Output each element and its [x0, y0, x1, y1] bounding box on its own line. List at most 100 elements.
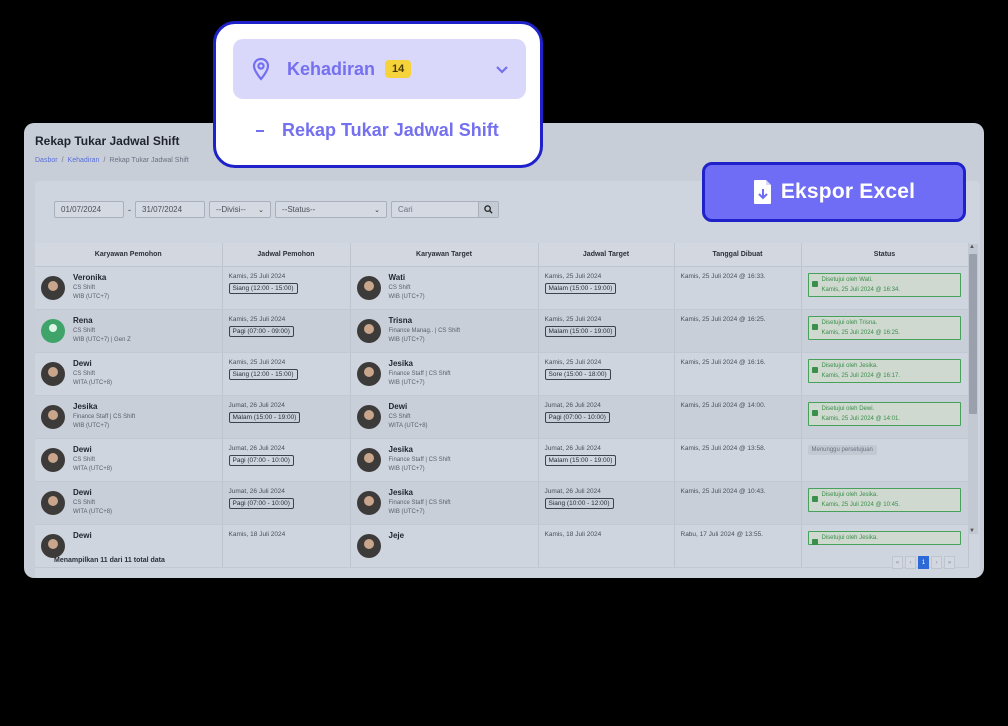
first-page-button[interactable]: « — [892, 556, 903, 569]
employee-position: Finance Manag.. | CS Shift — [388, 327, 461, 334]
col-status[interactable]: Status — [801, 243, 969, 267]
status-text: Disetujui oleh Wati. — [821, 276, 873, 283]
target-schedule-cell: Kamis, 25 Juli 2024 Malam (15:00 - 19:00… — [538, 266, 675, 310]
divisi-value: --Divisi-- — [216, 205, 246, 214]
employee-timezone: WIB (UTC+7) | Gen Z — [73, 336, 131, 343]
employee-position: CS Shift — [73, 327, 96, 334]
employee-cell: Dewi CS Shift WITA (UTC+8) — [41, 488, 216, 517]
search-button[interactable] — [478, 202, 498, 217]
breadcrumb-kehadiran[interactable]: Kehadiran — [68, 157, 100, 164]
page-1-button[interactable]: 1 — [918, 556, 929, 569]
requester-schedule-cell: Kamis, 25 Juli 2024 Pagi (07:00 - 09:00) — [222, 309, 351, 353]
last-page-button[interactable]: » — [944, 556, 955, 569]
shift-chip: Malam (15:00 - 19:00) — [544, 282, 617, 294]
shift-chip: Siang (10:00 - 12:00) — [544, 497, 614, 509]
status-approved: Disetujui oleh Jesika. Kamis, 25 Juli 202… — [807, 487, 961, 512]
employee-cell: Jesika Finance Staff | CS Shift WIB (UTC… — [356, 488, 532, 517]
employee-name[interactable]: Trisna — [389, 316, 461, 325]
col-karyawan-target[interactable]: Karyawan Target — [350, 243, 539, 267]
avatar — [41, 275, 65, 300]
prev-page-button[interactable]: ‹ — [905, 556, 916, 569]
employee-cell: Dewi — [41, 531, 216, 558]
schedule-date: Jumat, 26 Juli 2024 — [228, 487, 285, 495]
requester-cell: Dewi CS Shift WITA (UTC+8) — [35, 438, 223, 482]
scroll-down-icon[interactable]: ▼ — [969, 528, 975, 534]
status-cell: Disetujui oleh Jesika. Kamis, 25 Juli 202… — [801, 352, 969, 396]
schedule-date: Jumat, 26 Juli 2024 — [544, 487, 601, 495]
stage: Rekap Tukar Jadwal Shift Dasbor / Kehadir… — [0, 0, 1008, 726]
chevron-down-icon — [496, 66, 508, 74]
avatar — [356, 361, 381, 386]
col-jadwal-target[interactable]: Jadwal Target — [538, 243, 675, 267]
status-time: Kamis, 25 Juli 2024 @ 16:34. — [821, 286, 900, 293]
sidebar-item-label: Kehadiran — [287, 58, 376, 79]
employee-name[interactable]: Jesika — [389, 488, 451, 497]
requester-cell: Rena CS Shift WIB (UTC+7) | Gen Z — [35, 309, 223, 353]
table-row: Dewi Kamis, 18 Juli 2024 Jeje Kamis, 18 … — [35, 524, 969, 568]
status-select[interactable]: --Status-- ⌄ — [275, 201, 387, 218]
created-cell: Kamis, 25 Juli 2024 @ 16:33. — [674, 266, 802, 310]
employee-cell: Trisna Finance Manag.. | CS Shift WIB (U… — [356, 316, 532, 345]
employee-timezone: WIB (UTC+7) — [73, 293, 110, 300]
status-time: Kamis, 25 Juli 2024 @ 10:45. — [821, 501, 900, 508]
date-from-input[interactable]: 01/07/2024 — [54, 201, 124, 218]
table-scrollbar[interactable]: ▲ ▼ — [968, 244, 978, 534]
table-body: Veronika CS Shift WIB (UTC+7) Kamis, 25 … — [35, 266, 969, 568]
divisi-select[interactable]: --Divisi-- ⌄ — [209, 201, 271, 218]
employee-name[interactable]: Jesika — [389, 359, 451, 368]
col-tanggal-dibuat[interactable]: Tanggal Dibuat — [674, 243, 802, 267]
employee-timezone: WITA (UTC+8) — [73, 465, 113, 472]
breadcrumb-dasbor[interactable]: Dasbor — [35, 157, 58, 164]
avatar — [41, 318, 65, 343]
employee-name[interactable]: Veronika — [73, 273, 109, 282]
created-cell: Kamis, 25 Juli 2024 @ 16:25. — [674, 309, 802, 353]
status-cell: Disetujui oleh Wati. Kamis, 25 Juli 2024 … — [801, 266, 969, 310]
employee-name[interactable]: Jesika — [389, 445, 451, 454]
schedule-date: Kamis, 25 Juli 2024 — [544, 272, 602, 280]
table-row: Veronika CS Shift WIB (UTC+7) Kamis, 25 … — [35, 266, 969, 310]
status-approved: Disetujui oleh Dewi. Kamis, 25 Juli 2024 … — [807, 401, 961, 426]
scroll-up-icon[interactable]: ▲ — [969, 244, 975, 250]
shift-chip: Pagi (07:00 - 10:00) — [228, 497, 294, 509]
requester-cell: Dewi CS Shift WITA (UTC+8) — [35, 352, 223, 396]
submenu-label: Rekap Tukar Jadwal Shift — [282, 120, 499, 140]
employee-cell: Veronika CS Shift WIB (UTC+7) — [41, 273, 216, 302]
target-cell: Trisna Finance Manag.. | CS Shift WIB (U… — [350, 309, 539, 353]
employee-name[interactable]: Jeje — [389, 531, 405, 540]
next-page-button[interactable]: › — [931, 556, 942, 569]
employee-position: Finance Staff | CS Shift — [388, 499, 451, 506]
employee-name[interactable]: Dewi — [73, 359, 112, 368]
status-cell: Disetujui oleh Trisna. Kamis, 25 Juli 202… — [801, 309, 969, 353]
target-cell: Jesika Finance Staff | CS Shift WIB (UTC… — [350, 481, 539, 525]
status-value: --Status-- — [282, 205, 316, 214]
employee-name[interactable]: Wati — [389, 273, 425, 282]
col-karyawan-pemohon[interactable]: Karyawan Pemohon — [35, 243, 223, 267]
sidebar-item-kehadiran[interactable]: Kehadiran 14 — [233, 39, 526, 99]
scrollbar-thumb[interactable] — [969, 254, 977, 414]
employee-name[interactable]: Rena — [73, 316, 131, 325]
breadcrumb-current: Rekap Tukar Jadwal Shift — [109, 157, 189, 164]
date-to-input[interactable]: 31/07/2024 — [135, 201, 205, 218]
created-cell: Rabu, 17 Juli 2024 @ 13:55. — [674, 524, 802, 568]
employee-timezone: WIB (UTC+7) — [388, 379, 425, 386]
shift-chip: Pagi (07:00 - 10:00) — [544, 411, 610, 423]
employee-name[interactable]: Dewi — [73, 445, 112, 454]
employee-cell: Jesika Finance Staff | CS Shift WIB (UTC… — [356, 359, 532, 388]
search-input[interactable]: Cari — [391, 201, 499, 218]
shift-chip: Malam (15:00 - 19:00) — [544, 454, 617, 466]
employee-name[interactable]: Dewi — [73, 488, 112, 497]
avatar — [356, 318, 381, 343]
employee-name[interactable]: Dewi — [73, 531, 92, 540]
employee-position: CS Shift — [388, 284, 411, 291]
employee-name[interactable]: Dewi — [389, 402, 428, 411]
export-excel-button[interactable]: Ekspor Excel — [702, 162, 966, 222]
col-jadwal-pemohon[interactable]: Jadwal Pemohon — [222, 243, 351, 267]
requester-schedule-cell: Jumat, 26 Juli 2024 Pagi (07:00 - 10:00) — [222, 481, 351, 525]
employee-name[interactable]: Jesika — [73, 402, 135, 411]
pagination-summary: Menampilkan 11 dari 11 total data — [54, 557, 165, 564]
target-cell: Wati CS Shift WIB (UTC+7) — [350, 266, 539, 310]
submenu-rekap-tukar-jadwal-shift[interactable]: Rekap Tukar Jadwal Shift — [256, 120, 499, 141]
target-schedule-cell: Kamis, 18 Juli 2024 — [538, 524, 675, 568]
avatar — [41, 361, 65, 386]
employee-position: Finance Staff | CS Shift — [73, 413, 136, 420]
